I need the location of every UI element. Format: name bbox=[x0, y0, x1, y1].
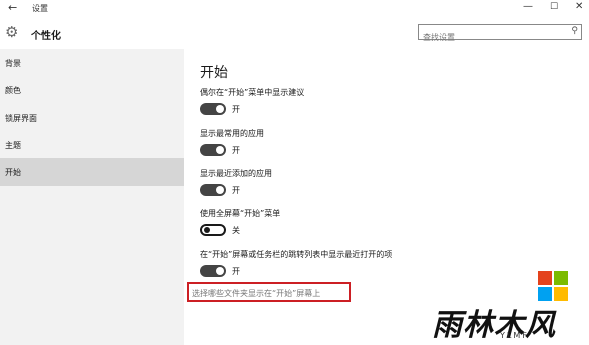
logo-square-yellow bbox=[554, 287, 568, 301]
sidebar: 背景 颜色 锁屏界面 主题 开始 bbox=[0, 49, 184, 345]
title-bar: ← 设置 — ☐ ✕ bbox=[0, 0, 589, 17]
logo-square-blue bbox=[538, 287, 552, 301]
toggle-full-screen[interactable] bbox=[200, 224, 226, 236]
sidebar-item-label: 主题 bbox=[5, 141, 21, 150]
sidebar-item-lock-screen[interactable]: 锁屏界面 bbox=[0, 104, 184, 132]
toggle-most-used[interactable] bbox=[200, 144, 226, 156]
toggle-state-label: 开 bbox=[232, 267, 240, 276]
setting-label-jump-list: 在“开始”屏幕或任务栏的跳转列表中显示最近打开的项 bbox=[200, 250, 393, 259]
setting-label-recently-added: 显示最近添加的应用 bbox=[200, 169, 272, 178]
watermark-text: 雨林木风 bbox=[432, 308, 556, 343]
setting-label-most-used: 显示最常用的应用 bbox=[200, 129, 264, 138]
highlight-box: 选择哪些文件夹显示在“开始”屏幕上 bbox=[187, 282, 351, 302]
sidebar-item-themes[interactable]: 主题 bbox=[0, 131, 184, 159]
search-icon[interactable]: ⚲ bbox=[571, 26, 578, 36]
choose-folders-link[interactable]: 选择哪些文件夹显示在“开始”屏幕上 bbox=[192, 288, 320, 299]
search-input[interactable] bbox=[419, 30, 563, 45]
sidebar-item-background[interactable]: 背景 bbox=[0, 49, 184, 77]
toggle-recently-added[interactable] bbox=[200, 184, 226, 196]
toggle-knob bbox=[216, 146, 224, 154]
toggle-knob bbox=[204, 227, 210, 233]
toggle-jump-list[interactable] bbox=[200, 265, 226, 277]
sidebar-item-colors[interactable]: 颜色 bbox=[0, 76, 184, 104]
page-heading: 个性化 bbox=[31, 31, 61, 42]
maximize-button[interactable]: ☐ bbox=[550, 2, 558, 12]
watermark-subtext: YLMF bbox=[500, 331, 529, 340]
sidebar-item-label: 锁屏界面 bbox=[5, 114, 37, 123]
toggle-state-label: 开 bbox=[232, 146, 240, 155]
sidebar-item-label: 开始 bbox=[5, 168, 21, 177]
page-header: ⚙ 个性化 ⚲ bbox=[0, 17, 589, 49]
windows-logo-icon bbox=[538, 271, 568, 301]
toggle-knob bbox=[216, 186, 224, 194]
logo-square-green bbox=[554, 271, 568, 285]
back-arrow-icon[interactable]: ← bbox=[8, 1, 17, 14]
section-title: 开始 bbox=[200, 65, 228, 81]
logo-square-red bbox=[538, 271, 552, 285]
minimize-button[interactable]: — bbox=[523, 1, 533, 12]
sidebar-item-label: 背景 bbox=[5, 59, 21, 68]
sidebar-item-label: 颜色 bbox=[5, 86, 21, 95]
setting-label-full-screen: 使用全屏幕“开始”菜单 bbox=[200, 209, 281, 218]
setting-label-suggestions: 偶尔在“开始”菜单中显示建议 bbox=[200, 88, 305, 97]
toggle-state-label: 关 bbox=[232, 226, 240, 235]
toggle-state-label: 开 bbox=[232, 186, 240, 195]
close-button[interactable]: ✕ bbox=[575, 1, 583, 12]
toggle-state-label: 开 bbox=[232, 105, 240, 114]
sidebar-item-start[interactable]: 开始 bbox=[0, 158, 184, 186]
toggle-suggestions[interactable] bbox=[200, 103, 226, 115]
toggle-knob bbox=[216, 267, 224, 275]
toggle-knob bbox=[216, 105, 224, 113]
search-box[interactable]: ⚲ bbox=[418, 24, 582, 45]
gear-icon: ⚙ bbox=[5, 23, 19, 41]
window-title: 设置 bbox=[32, 4, 48, 13]
